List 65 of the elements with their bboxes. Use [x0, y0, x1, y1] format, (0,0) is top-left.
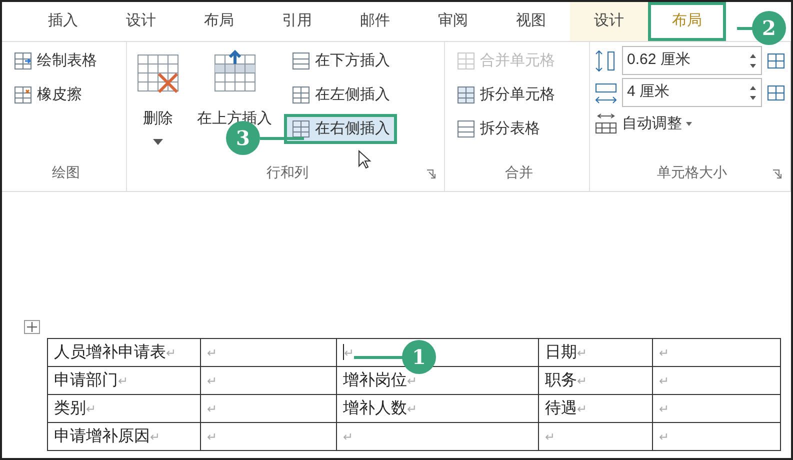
distribute-columns-icon[interactable] — [766, 82, 786, 102]
spinner-icon[interactable] — [749, 84, 757, 102]
table-icon — [456, 85, 476, 105]
table-cell: ↵ — [652, 366, 780, 394]
ribbon-button[interactable]: 拆分单元格 — [449, 80, 562, 110]
table-icon — [456, 51, 476, 71]
ribbon-button[interactable]: 在右侧插入 — [284, 114, 397, 144]
table-cell: 日期↵ — [538, 338, 652, 366]
dropdown-caret-icon — [153, 138, 163, 144]
group-label: 绘图 — [52, 163, 80, 182]
dialog-launcher-icon[interactable] — [426, 169, 436, 179]
table-cell: ↵ — [652, 422, 780, 450]
ribbon-tab[interactable]: 审阅 — [414, 2, 492, 41]
table-icon — [291, 119, 311, 139]
table-cell: 职务↵ — [538, 366, 652, 394]
ribbon-tab[interactable]: 布局 — [180, 2, 258, 41]
ribbon-tab[interactable]: 插入 — [24, 2, 102, 41]
table-cell: 申请部门↵ — [48, 366, 200, 394]
ribbon-tab[interactable]: 邮件 — [336, 2, 414, 41]
table-cell: 待遇↵ — [538, 394, 652, 422]
table-cell: ↵ — [200, 338, 336, 366]
size-field[interactable]: 4 厘米 — [622, 78, 762, 107]
group-label: 行和列 — [266, 163, 308, 182]
table-cell: ↵ — [200, 422, 336, 450]
table-cell: 申请增补原因↵ — [48, 422, 200, 450]
distribute-rows-icon[interactable] — [766, 50, 786, 70]
autofit-button[interactable]: 自动调整 — [594, 110, 790, 138]
table-cell: ↵ — [336, 422, 538, 450]
dropdown-caret-icon — [686, 122, 692, 126]
table-cell: ↵ — [538, 422, 652, 450]
ribbon-tab[interactable]: 设计 — [102, 2, 180, 41]
autofit-icon — [594, 113, 618, 135]
table-cell: ↵ — [652, 394, 780, 422]
ribbon-tab[interactable]: 设计 — [570, 2, 648, 41]
ribbon-tab[interactable]: 引用 — [258, 2, 336, 41]
ribbon-button[interactable]: 拆分表格 — [449, 114, 562, 144]
ribbon-button[interactable]: 绘制表格 — [6, 46, 104, 76]
column-width-icon — [594, 80, 618, 104]
group-label: 合并 — [505, 163, 533, 182]
table-icon — [291, 85, 311, 105]
spinner-icon[interactable] — [749, 52, 757, 70]
callout-line — [260, 137, 304, 140]
text-cursor — [343, 344, 344, 360]
table-icon — [13, 51, 33, 71]
table-icon — [13, 85, 33, 105]
mouse-pointer-icon — [358, 150, 372, 170]
ribbon-button[interactable]: 在左侧插入 — [284, 80, 397, 110]
table-cell: ↵ — [652, 338, 780, 366]
ribbon-button[interactable]: 在下方插入 — [284, 46, 397, 76]
table-cell: 增补人数↵ — [336, 394, 538, 422]
table-cell: ↵ — [200, 394, 336, 422]
callout-badge: 1 — [402, 340, 436, 374]
ribbon-tab[interactable]: 视图 — [492, 2, 570, 41]
group-label: 单元格大小 — [657, 163, 727, 182]
table-cell: ↵ — [200, 366, 336, 394]
table-icon — [291, 51, 311, 71]
size-field[interactable]: 0.62 厘米 — [622, 46, 762, 75]
dialog-launcher-icon[interactable] — [772, 169, 782, 179]
table-icon — [456, 119, 476, 139]
table-cell: 类别↵ — [48, 394, 200, 422]
table-cell: 人员增补申请表↵ — [48, 338, 200, 366]
ribbon-large-button[interactable]: 删除 — [131, 42, 185, 144]
callout-line — [354, 356, 404, 359]
table-move-handle-icon[interactable] — [24, 320, 40, 334]
ribbon-button[interactable]: 橡皮擦 — [6, 80, 104, 110]
